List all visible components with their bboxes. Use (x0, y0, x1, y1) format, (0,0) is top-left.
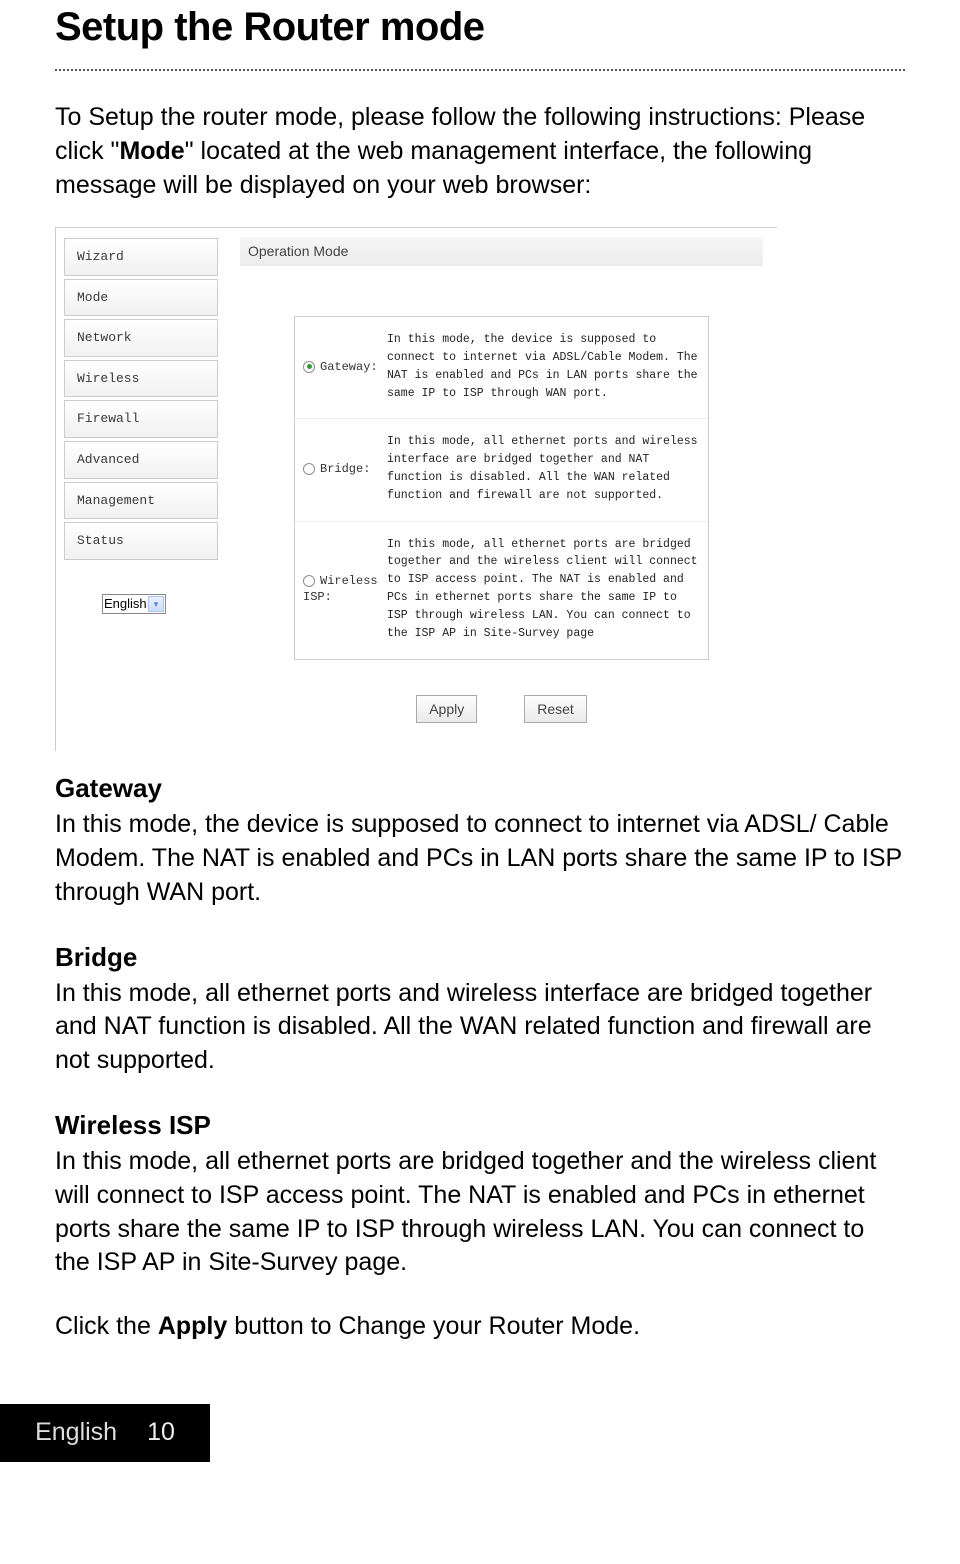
mode-row-wireless-isp[interactable]: Wireless ISP: In this mode, all ethernet… (295, 522, 708, 659)
section-gateway-body: In this mode, the device is supposed to … (55, 808, 905, 909)
closing-paragraph: Click the Apply button to Change your Ro… (55, 1310, 905, 1344)
sidebar-item-status[interactable]: Status (64, 522, 218, 560)
intro-paragraph: To Setup the router mode, please follow … (55, 101, 905, 202)
radio-gateway-icon[interactable] (303, 361, 315, 373)
button-row: Apply Reset (240, 690, 763, 724)
mode-bridge-desc: In this mode, all ethernet ports and wir… (387, 433, 700, 504)
sidebar-item-network[interactable]: Network (64, 319, 218, 357)
radio-wireless-isp-icon[interactable] (303, 575, 315, 587)
panel-header: Operation Mode (240, 237, 763, 266)
chevron-down-icon: ▾ (148, 596, 164, 612)
main-panel: Operation Mode Gateway: In this mode, th… (226, 228, 777, 751)
section-bridge-title: Bridge (55, 940, 905, 975)
mode-wireless-isp-desc: In this mode, all ethernet ports are bri… (387, 536, 700, 643)
closing-bold: Apply (158, 1312, 227, 1340)
mode-row-gateway[interactable]: Gateway: In this mode, the device is sup… (295, 317, 708, 419)
intro-bold: Mode (119, 137, 184, 165)
sidebar-item-advanced[interactable]: Advanced (64, 441, 218, 479)
section-gateway: Gateway In this mode, the device is supp… (55, 771, 905, 909)
section-wireless-isp-body: In this mode, all ethernet ports are bri… (55, 1145, 905, 1280)
sidebar-item-wireless[interactable]: Wireless (64, 360, 218, 398)
mode-bridge-label: Bridge: (320, 461, 370, 477)
language-select[interactable]: English ▾ (102, 594, 166, 614)
section-wireless-isp-title: Wireless ISP (55, 1108, 905, 1143)
mode-wireless-isp-label-bottom: ISP: (303, 589, 332, 605)
router-ui-screenshot: Wizard Mode Network Wireless Firewall Ad… (55, 227, 777, 751)
sidebar-item-wizard[interactable]: Wizard (64, 238, 218, 276)
sidebar-item-mode[interactable]: Mode (64, 279, 218, 317)
mode-gateway-desc: In this mode, the device is supposed to … (387, 331, 700, 402)
mode-wireless-isp-label-top: Wireless (320, 573, 378, 589)
mode-row-bridge[interactable]: Bridge: In this mode, all ethernet ports… (295, 419, 708, 521)
radio-bridge-icon[interactable] (303, 463, 315, 475)
page-footer-tab: English 10 (0, 1404, 210, 1462)
mode-gateway-label: Gateway: (320, 359, 378, 375)
closing-pre: Click the (55, 1312, 158, 1340)
reset-button[interactable]: Reset (524, 695, 587, 724)
sidebar: Wizard Mode Network Wireless Firewall Ad… (56, 228, 226, 751)
sidebar-item-management[interactable]: Management (64, 482, 218, 520)
sidebar-item-firewall[interactable]: Firewall (64, 400, 218, 438)
page-title: Setup the Router mode (55, 0, 905, 54)
closing-post: button to Change your Router Mode. (227, 1312, 640, 1340)
section-bridge-body: In this mode, all ethernet ports and wir… (55, 977, 905, 1078)
footer-language: English (35, 1416, 117, 1450)
section-bridge: Bridge In this mode, all ethernet ports … (55, 940, 905, 1078)
apply-button[interactable]: Apply (416, 695, 477, 724)
footer-page-number: 10 (147, 1416, 175, 1450)
section-gateway-title: Gateway (55, 771, 905, 806)
language-select-value: English (104, 595, 147, 613)
title-rule (55, 69, 905, 71)
operation-mode-group: Gateway: In this mode, the device is sup… (294, 316, 709, 659)
section-wireless-isp: Wireless ISP In this mode, all ethernet … (55, 1108, 905, 1280)
